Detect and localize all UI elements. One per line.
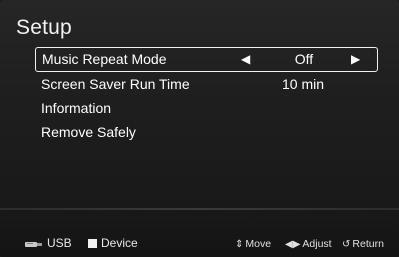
- menu-item-label: Screen Saver Run Time: [41, 76, 190, 92]
- device-source-label[interactable]: Device: [101, 236, 138, 257]
- return-hint-label: Return: [352, 238, 384, 250]
- menu-item-music-repeat-mode[interactable]: Music Repeat Mode ◀ Off ▶: [35, 47, 378, 72]
- menu-item-label: Remove Safely: [41, 124, 136, 140]
- menu-item-label: Information: [41, 100, 112, 116]
- menu-item-screen-saver-run-time[interactable]: Screen Saver Run Time 10 min: [35, 72, 378, 96]
- setup-menu: Music Repeat Mode ◀ Off ▶ Screen Saver R…: [35, 47, 378, 144]
- adjust-hint-label: Adjust: [302, 238, 332, 250]
- left-arrow-icon[interactable]: ◀: [241, 48, 250, 70]
- return-icon: ↺: [342, 239, 351, 250]
- move-hint-label: Move: [245, 238, 272, 250]
- menu-item-value: 10 min: [281, 76, 325, 92]
- usb-icon: [25, 242, 42, 247]
- menu-item-remove-safely[interactable]: Remove Safely: [35, 120, 378, 144]
- adjust-hint: ◀▶ Adjust: [285, 238, 332, 250]
- return-hint: ↺ Return: [342, 238, 384, 250]
- device-icon: [88, 239, 97, 248]
- menu-item-information[interactable]: Information: [35, 96, 378, 120]
- menu-item-label: Music Repeat Mode: [42, 51, 167, 67]
- footer-divider: [0, 208, 399, 210]
- page-title: Setup: [16, 16, 72, 39]
- menu-item-value: Off: [294, 51, 314, 67]
- setup-screen: Setup Music Repeat Mode ◀ Off ▶ Screen S…: [0, 0, 399, 257]
- move-icon: ⇕: [235, 239, 244, 250]
- usb-source-label[interactable]: USB: [47, 236, 72, 257]
- right-arrow-icon[interactable]: ▶: [351, 48, 360, 70]
- adjust-icon: ◀▶: [285, 239, 301, 250]
- move-hint: ⇕ Move: [235, 238, 271, 250]
